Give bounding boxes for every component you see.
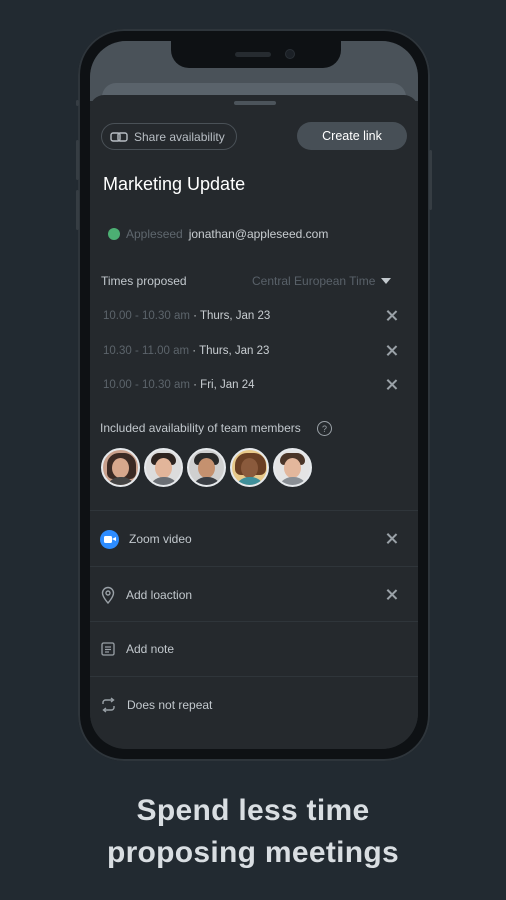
share-availability-button[interactable]: Share availability [101, 123, 237, 150]
repeat-icon [102, 697, 115, 713]
sheet-drag-handle[interactable] [234, 101, 276, 105]
remove-time-slot-icon[interactable] [385, 309, 399, 323]
repeat-option-row[interactable]: Does not repeat [100, 694, 406, 716]
share-link-icon [110, 131, 128, 142]
caret-down-icon [381, 278, 392, 284]
create-link-label: Create link [322, 129, 382, 143]
phone-camera [286, 50, 294, 58]
event-title[interactable]: Marketing Update [103, 174, 245, 195]
time-slot-range: 10.00 - 10.30 am [103, 379, 190, 391]
repeat-option-label: Does not repeat [127, 698, 213, 712]
calendar-owner-row[interactable]: Appleseed jonathan@appleseed.com [100, 220, 406, 248]
remove-location-icon[interactable] [385, 588, 399, 602]
divider [90, 566, 418, 567]
headline-line-2: proposing meetings [106, 836, 400, 869]
team-avatars [101, 448, 312, 487]
video-option-label: Zoom video [129, 532, 192, 546]
location-pin-icon [101, 586, 115, 604]
note-option-row[interactable]: Add note [100, 638, 406, 660]
time-slot-row[interactable]: 10.30 - 11.00 am · Thurs, Jan 23 [103, 342, 399, 360]
video-option-row[interactable]: Zoom video [100, 528, 406, 550]
location-option-label: Add loaction [126, 588, 193, 602]
phone-side-button [76, 100, 79, 106]
divider [90, 510, 418, 511]
time-slot-date: · Thurs, Jan 23 [193, 310, 271, 322]
owner-email: jonathan@appleseed.com [188, 227, 329, 241]
location-option-row[interactable]: Add loaction [100, 584, 406, 606]
create-link-button[interactable]: Create link [297, 122, 407, 150]
timezone-value: Central European Time [252, 274, 376, 288]
times-proposed-label: Times proposed [101, 274, 187, 288]
phone-volume-down [76, 190, 79, 230]
zoom-video-icon [100, 529, 119, 549]
avatar[interactable] [273, 448, 312, 487]
divider [90, 621, 418, 622]
time-slot-date: · Fri, Jan 24 [193, 379, 255, 391]
phone-power-button [429, 150, 432, 210]
avatar[interactable] [144, 448, 183, 487]
timezone-select[interactable]: Central European Time [252, 274, 392, 288]
note-icon [101, 642, 115, 656]
time-slot-date: · Thurs, Jan 23 [192, 345, 270, 357]
time-slot-range: 10.30 - 11.00 am [103, 345, 190, 357]
phone-volume-up [76, 140, 79, 180]
help-icon[interactable]: ? [317, 421, 332, 436]
remove-time-slot-icon[interactable] [385, 378, 399, 392]
avatar[interactable] [230, 448, 269, 487]
time-slot-row[interactable]: 10.00 - 10.30 am · Thurs, Jan 23 [103, 307, 399, 325]
headline-line-1: Spend less time [136, 794, 370, 827]
share-availability-label: Share availability [134, 129, 225, 144]
note-option-label: Add note [126, 642, 175, 656]
avatar[interactable] [187, 448, 226, 487]
time-slot-row[interactable]: 10.00 - 10.30 am · Fri, Jan 24 [103, 376, 399, 394]
calendar-color-dot [108, 228, 120, 240]
time-slot-range: 10.00 - 10.30 am [103, 310, 190, 322]
divider [90, 676, 418, 677]
team-availability-label: Included availability of team members [100, 421, 301, 435]
phone-speaker [235, 52, 271, 57]
avatar[interactable] [101, 448, 140, 487]
remove-video-icon[interactable] [385, 532, 399, 546]
owner-name: Appleseed [126, 227, 183, 241]
marketing-headline: Spend less time proposing meetings [0, 790, 506, 874]
remove-time-slot-icon[interactable] [385, 344, 399, 358]
